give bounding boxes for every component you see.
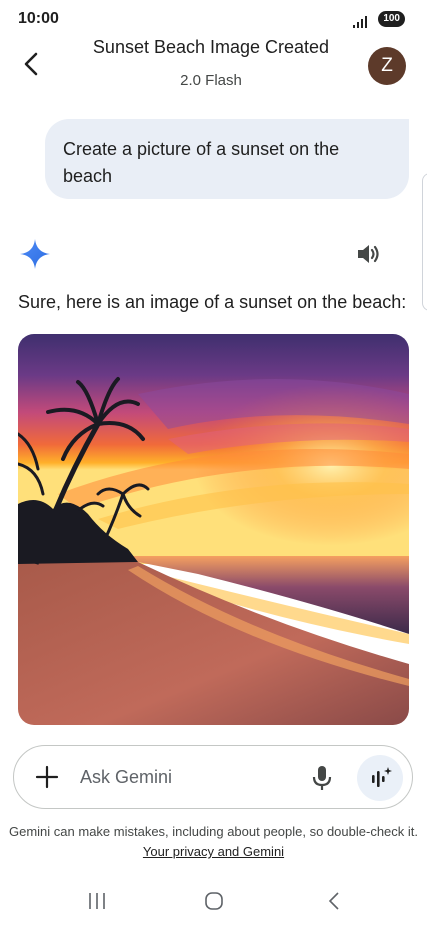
battery-indicator: 100 (378, 11, 405, 27)
prompt-input-placeholder[interactable]: Ask Gemini (80, 767, 172, 788)
system-nav-bar (0, 880, 427, 926)
disclaimer-text: Gemini can make mistakes, including abou… (9, 824, 418, 839)
signal-icon (353, 16, 367, 28)
avatar[interactable]: Z (368, 47, 406, 85)
back-arrow-icon[interactable] (18, 50, 46, 78)
disclaimer: Gemini can make mistakes, including abou… (0, 822, 427, 862)
sparkle-icon (20, 239, 50, 269)
status-bar: 10:00 100 (0, 0, 427, 34)
privacy-link[interactable]: Your privacy and Gemini (143, 844, 284, 859)
speaker-icon[interactable] (356, 242, 382, 266)
mic-icon[interactable] (311, 764, 333, 792)
user-message-bubble: Create a picture of a sunset on the beac… (45, 119, 409, 199)
live-button[interactable] (357, 755, 403, 801)
plus-icon[interactable] (34, 764, 60, 790)
prompt-input-bar[interactable]: Ask Gemini (13, 745, 413, 809)
recents-icon[interactable] (86, 890, 108, 912)
live-icon (372, 767, 392, 787)
generated-image[interactable] (18, 334, 409, 725)
nav-back-icon[interactable] (324, 890, 346, 912)
status-time: 10:00 (18, 10, 59, 27)
chat-title: Sunset Beach Image Created (92, 37, 330, 57)
home-icon[interactable] (203, 890, 225, 912)
model-name[interactable]: 2.0 Flash (50, 72, 372, 89)
edge-panel-handle[interactable] (422, 173, 427, 311)
response-text: Sure, here is an image of a sunset on th… (18, 292, 407, 312)
